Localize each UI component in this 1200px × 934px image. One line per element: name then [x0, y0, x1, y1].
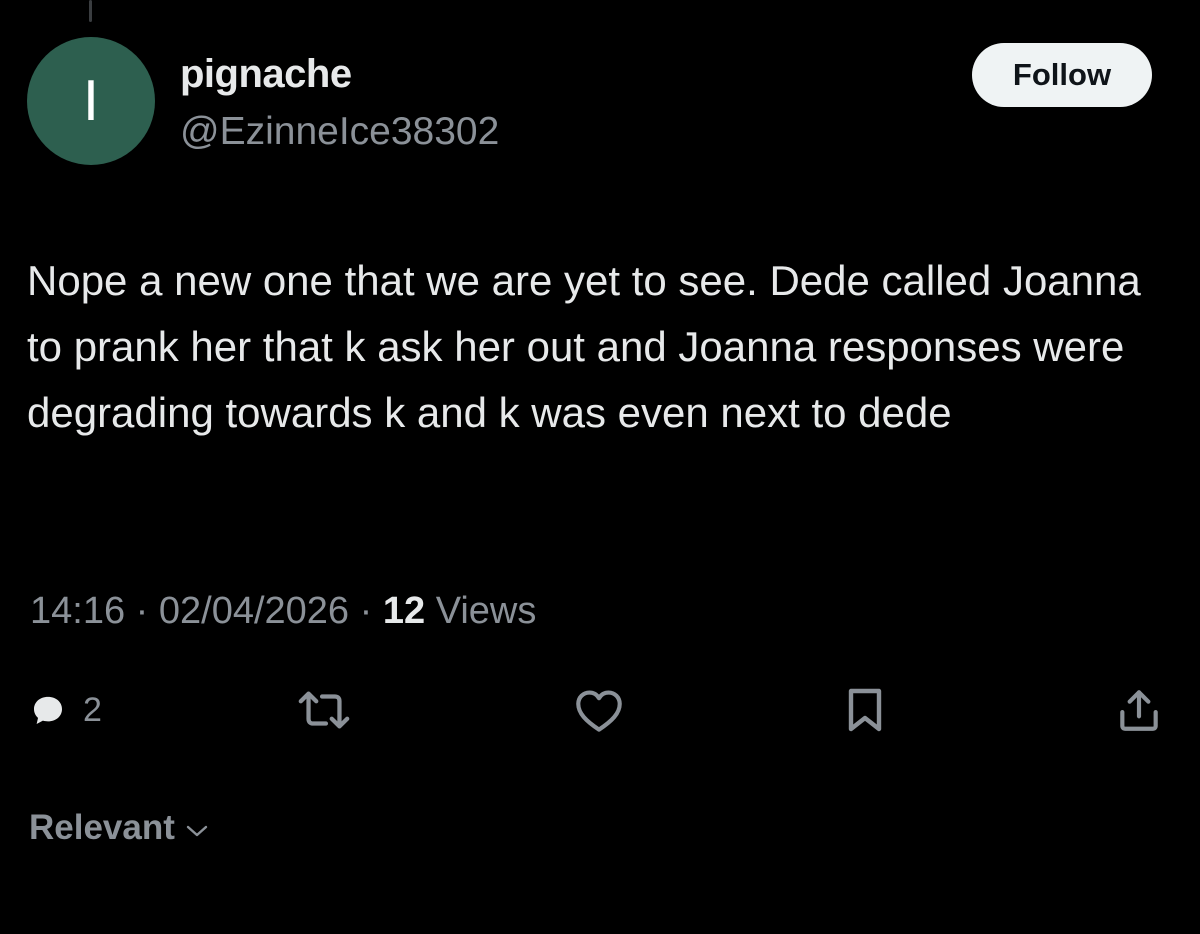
- sort-label: Relevant: [29, 808, 175, 847]
- thread-connector-line: [89, 0, 92, 22]
- retweet-arrows-icon: [298, 691, 350, 729]
- retweet-button[interactable]: [295, 682, 353, 738]
- display-name[interactable]: pignache: [180, 52, 352, 97]
- user-handle[interactable]: @EzinneIce38302: [180, 110, 499, 154]
- speech-bubble-icon: [34, 696, 62, 724]
- reply-count: 2: [83, 690, 102, 729]
- reply-button[interactable]: 2: [27, 682, 102, 738]
- share-button[interactable]: [1114, 682, 1164, 738]
- avatar[interactable]: I: [27, 37, 155, 165]
- heart-icon: [576, 690, 622, 732]
- tweet-meta: 14:16 · 02/04/2026 · 12 Views: [30, 590, 536, 633]
- tweet-text: Nope a new one that we are yet to see. D…: [27, 257, 1141, 436]
- chevron-down-icon: [186, 825, 208, 837]
- like-button[interactable]: [572, 682, 626, 738]
- avatar-letter: I: [83, 69, 99, 133]
- views-count: 12: [382, 590, 426, 632]
- tweet-time[interactable]: 14:16: [30, 590, 125, 632]
- follow-button[interactable]: Follow: [972, 43, 1152, 107]
- meta-separator: ·: [359, 590, 373, 632]
- bookmark-button[interactable]: [847, 682, 883, 738]
- meta-separator: ·: [135, 590, 149, 632]
- action-bar: 2: [0, 682, 1200, 738]
- views-label: Views: [435, 590, 537, 632]
- bookmark-icon: [848, 688, 882, 732]
- share-upload-icon: [1120, 690, 1158, 731]
- sort-dropdown[interactable]: Relevant: [29, 808, 209, 848]
- tweet-date[interactable]: 02/04/2026: [159, 590, 349, 632]
